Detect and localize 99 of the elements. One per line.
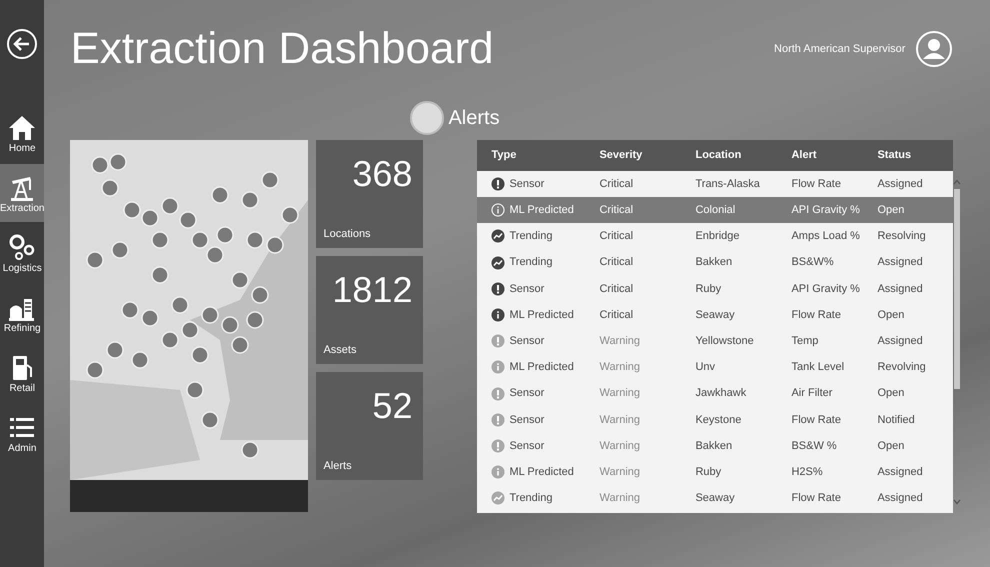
table-cell-text: Tank Level	[791, 360, 846, 376]
table-row[interactable]: Sensor Warning Bakken BS&W % Open	[477, 432, 954, 460]
table-row[interactable]: Trending Warning Seaway Flow Rate Assigned	[477, 485, 954, 512]
table-row[interactable]: ML Predicted Warning Ruby H2S% Assigned	[477, 459, 954, 486]
table-cell-text: Jawkhawk	[695, 386, 748, 402]
table-cell-text: Sensor	[509, 386, 544, 402]
table-cell-text: Open	[877, 386, 906, 402]
table-cell-text: API Gravity %	[791, 282, 861, 297]
table-cell-text: Open	[877, 438, 906, 454]
avatar-icon[interactable]	[915, 30, 954, 68]
table-cell-text: ML Predicted	[509, 203, 574, 218]
table-cell-text: Warning	[599, 491, 642, 506]
table-cell-text: Critical	[599, 203, 634, 218]
scroll-thumb[interactable]	[954, 189, 960, 389]
table-cell-text: Warning	[599, 412, 642, 428]
table-cell-text: Sensor	[509, 282, 544, 297]
table-row[interactable]: ML Predicted Critical Colonial API Gravity % Open	[477, 197, 954, 224]
table-cell-text: Flow Rate	[791, 308, 842, 323]
user-name: North American Supervisor	[774, 42, 906, 57]
table-row[interactable]: ML Predicted Warning Unv Tank Level Revolving	[477, 354, 954, 380]
table-cell-text: ML Predicted	[509, 464, 574, 480]
table-cell-text: BS&W%	[791, 255, 835, 270]
table-row[interactable]: Sensor Critical Ruby API Gravity % Assigned	[477, 276, 954, 302]
table-cell-text: Assigned	[877, 255, 924, 270]
table-cell-text: Unv	[695, 360, 716, 376]
table-cell-text: API Gravity %	[791, 203, 861, 218]
table-cell-text: Trans-Alaska	[695, 176, 761, 192]
table-cell-text: H2S%	[791, 464, 824, 480]
table-cell-text: Bakken	[695, 438, 734, 454]
table-row[interactable]: Trending Critical Enbridge Amps Load % Resolving	[477, 223, 954, 250]
table-cell-text: ML Predicted	[509, 308, 574, 323]
table-cell-text: Sensor	[509, 438, 544, 454]
table-cell-text: Amps Load %	[791, 229, 861, 244]
table-row[interactable]: Sensor Warning Keystone Flow Rate Notified	[477, 406, 954, 433]
page-title: Extraction Dashboard	[70, 27, 495, 71]
stat-value: 1812	[331, 272, 414, 308]
table-cell-text: Assigned	[877, 176, 924, 192]
table-cell-text: Assigned	[877, 282, 924, 297]
scroll-up-icon[interactable]	[953, 179, 962, 185]
table-cell-text: Temp	[791, 334, 820, 349]
table-cell-text: Open	[877, 308, 906, 323]
table-cell-text: Flow Rate	[791, 491, 842, 506]
stat-value: 368	[351, 156, 414, 192]
table-cell-text: Colonial	[695, 203, 736, 218]
table-cell-text: Critical	[599, 229, 634, 244]
table-cell-text: Trending	[509, 229, 552, 244]
stat-label: Alerts	[323, 458, 353, 474]
table-row[interactable]: Sensor Warning Yellowstone Temp Assigned	[477, 328, 954, 354]
stat-value: 52	[371, 388, 414, 424]
column-header[interactable]: Alert	[791, 147, 878, 164]
table-cell-text: Resolving	[877, 229, 927, 244]
alerts-label: Alerts	[448, 106, 500, 131]
table-cell-text: Air Filter	[791, 386, 834, 402]
table-cell-text: Assigned	[877, 491, 924, 506]
table-cell-text: Trending	[509, 491, 552, 506]
table-cell-text: Sensor	[509, 334, 544, 349]
table-cell-text: Trending	[509, 255, 552, 270]
stat-label: Assets	[323, 342, 358, 358]
table-cell-text: Critical	[599, 282, 634, 297]
table-cell-text: BS&W %	[791, 438, 838, 454]
back-icon[interactable]	[6, 28, 38, 60]
table-cell-text: Notified	[877, 412, 916, 428]
column-header[interactable]: Type	[491, 147, 600, 164]
table-cell-text: Warning	[599, 334, 642, 349]
table-cell-text: Warning	[599, 360, 642, 376]
table-cell-text: Yellowstone	[695, 334, 755, 349]
table-cell-text: Sensor	[509, 412, 544, 428]
table-cell-text: Open	[877, 203, 906, 218]
column-header[interactable]: Location	[695, 147, 792, 164]
table-cell-text: Keystone	[695, 412, 742, 428]
scroll-down-icon[interactable]	[953, 499, 962, 505]
table-row[interactable]: ML Predicted Critical Seaway Flow Rate Open	[477, 302, 954, 328]
table-cell-text: Warning	[599, 464, 642, 480]
table-cell-text: Flow Rate	[791, 412, 842, 428]
table-cell-text: Revolving	[877, 360, 927, 376]
table-cell-text: Flow Rate	[791, 176, 842, 192]
table-cell-text: Ruby	[695, 464, 722, 480]
table-cell-text: Warning	[599, 386, 642, 402]
table-cell-text: Assigned	[877, 464, 924, 480]
table-row[interactable]: Trending Critical Bakken BS&W% Assigned	[477, 250, 954, 276]
table-cell-text: Seaway	[695, 308, 736, 323]
table-cell-text: Ruby	[695, 282, 722, 297]
table-cell-text: Seaway	[695, 491, 736, 506]
column-header[interactable]: Status	[877, 147, 954, 164]
table-cell-text: Bakken	[695, 255, 734, 270]
table-cell-text: Critical	[599, 255, 634, 270]
nav-item[interactable]: Extraction	[0, 164, 44, 222]
table-cell-text: Assigned	[877, 334, 924, 349]
table-cell-text: Sensor	[509, 176, 544, 192]
table-cell-text: Critical	[599, 308, 634, 323]
alerts-toggle[interactable]	[410, 101, 444, 135]
table-cell-text: Warning	[599, 438, 642, 454]
table-row[interactable]: Sensor Critical Trans-Alaska Flow Rate Assigned	[477, 171, 954, 198]
table-cell-text: Enbridge	[695, 229, 741, 244]
table-cell-text: Critical	[599, 176, 634, 192]
column-header[interactable]: Severity	[599, 147, 696, 164]
table-row[interactable]: Sensor Warning Jawkhawk Air Filter Open	[477, 380, 954, 407]
stat-label: Locations	[323, 226, 372, 242]
table-cell-text: ML Predicted	[509, 360, 574, 376]
